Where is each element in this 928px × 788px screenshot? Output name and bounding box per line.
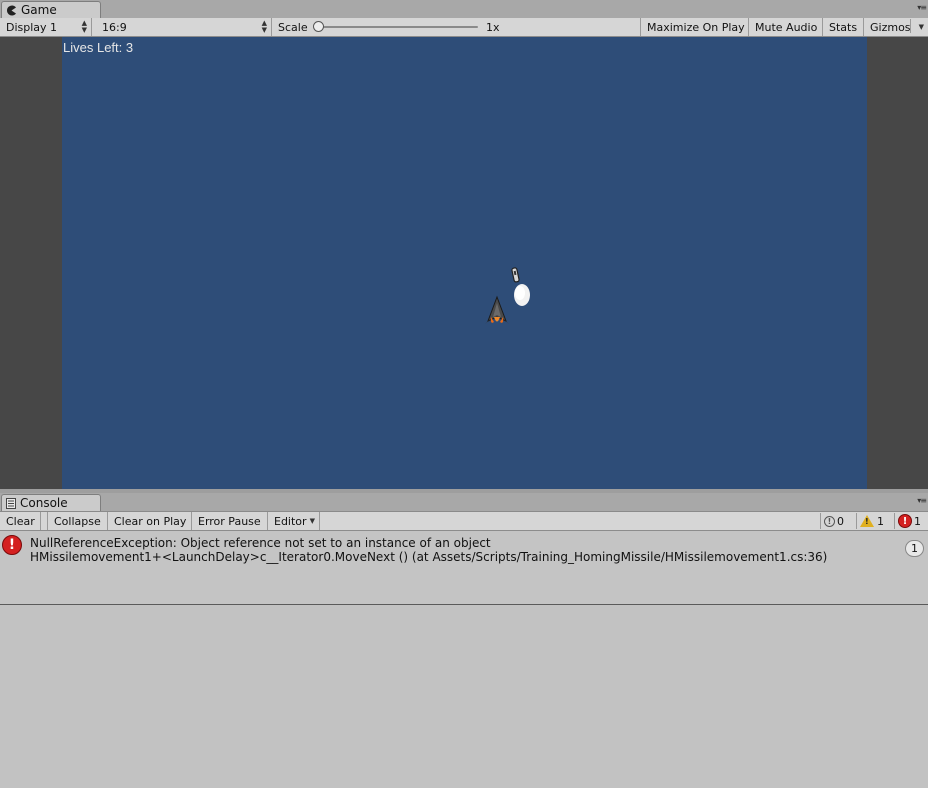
clear-on-play-label: Clear on Play <box>114 514 187 528</box>
aspect-dropdown-label: 16:9 <box>102 20 127 34</box>
lives-left-text: Lives Left: 3 <box>63 40 134 55</box>
maximize-on-play-label: Maximize On Play <box>647 20 745 34</box>
log-entry-message: NullReferenceException: Object reference… <box>30 536 491 550</box>
info-count: 0 <box>837 514 844 528</box>
player-ship-sprite <box>485 295 509 324</box>
game-panel-menu-icon[interactable]: ▾≡ <box>917 3 927 12</box>
console-log-entry[interactable]: ! NullReferenceException: Object referen… <box>0 531 928 565</box>
mute-audio-toggle[interactable]: Mute Audio <box>749 18 823 36</box>
aspect-dropdown[interactable]: 16:9 ▲ ▼ <box>96 18 272 36</box>
error-icon: ! <box>898 514 912 528</box>
console-icon <box>6 497 16 509</box>
scale-control: Scale 1x <box>272 18 508 36</box>
console-tab-strip: Console ▾≡ <box>0 493 928 512</box>
warning-count: 1 <box>877 514 884 528</box>
mute-audio-label: Mute Audio <box>755 20 818 34</box>
tab-game[interactable]: Game <box>1 1 101 18</box>
scale-label: Scale <box>278 20 308 34</box>
tab-console[interactable]: Console <box>1 494 101 511</box>
gizmos-label: Gizmos <box>870 20 911 34</box>
error-count-toggle[interactable]: ! 1 <box>894 513 928 529</box>
console-toolbar: Clear Collapse Clear on Play Error Pause… <box>0 512 928 531</box>
tab-game-label: Game <box>21 3 57 17</box>
error-pause-toggle[interactable]: Error Pause <box>192 512 268 530</box>
homing-missile-sprite <box>511 267 530 306</box>
scale-slider-track[interactable] <box>318 26 478 28</box>
updown-arrow-icon: ▲ ▼ <box>81 19 87 34</box>
console-detail-pane[interactable] <box>0 605 928 788</box>
collapse-label: Collapse <box>54 514 101 528</box>
log-entry-stacktrace: HMissilemovement1+<LaunchDelay>c__Iterat… <box>30 550 828 564</box>
error-icon: ! <box>2 535 22 555</box>
stats-toggle[interactable]: Stats <box>823 18 864 36</box>
info-count-toggle[interactable]: ! 0 <box>820 513 854 529</box>
console-panel-menu-icon[interactable]: ▾≡ <box>917 496 927 505</box>
clear-button-label: Clear <box>6 514 35 528</box>
collapse-toggle[interactable]: Collapse <box>47 512 108 530</box>
gizmos-dropdown[interactable]: Gizmos ▼ <box>864 18 928 36</box>
console-message-list[interactable]: ! NullReferenceException: Object referen… <box>0 531 928 605</box>
display-dropdown[interactable]: Display 1 ▲ ▼ <box>0 18 92 36</box>
clear-on-play-toggle[interactable]: Clear on Play <box>108 512 192 530</box>
game-viewport[interactable]: Lives Left: 3 <box>62 37 867 489</box>
warning-count-toggle[interactable]: ! 1 <box>856 513 892 529</box>
maximize-on-play-toggle[interactable]: Maximize On Play <box>640 18 749 36</box>
game-toolbar: Display 1 ▲ ▼ 16:9 ▲ ▼ Scale 1x Maximize O… <box>0 18 928 37</box>
pacman-icon <box>7 5 17 16</box>
error-count: 1 <box>914 514 921 528</box>
updown-arrow-icon: ▲ ▼ <box>261 19 267 34</box>
gizmos-divider <box>910 19 911 33</box>
warning-icon: ! <box>860 515 874 527</box>
scale-value: 1x <box>486 20 500 34</box>
editor-dropdown[interactable]: Editor ▼ <box>268 512 320 530</box>
error-pause-label: Error Pause <box>198 514 261 528</box>
tab-console-label: Console <box>20 496 68 510</box>
info-icon: ! <box>824 515 835 527</box>
scale-slider-thumb[interactable] <box>313 21 324 32</box>
display-dropdown-label: Display 1 <box>6 20 58 34</box>
editor-dropdown-label: Editor <box>274 514 307 528</box>
dropdown-arrow-icon: ▼ <box>309 517 315 525</box>
game-tab-strip: Game ▾≡ <box>0 0 928 19</box>
stats-label: Stats <box>829 20 858 34</box>
clear-button[interactable]: Clear <box>0 512 41 530</box>
dropdown-arrow-icon: ▼ <box>918 23 924 31</box>
log-entry-count: 1 <box>905 540 924 557</box>
